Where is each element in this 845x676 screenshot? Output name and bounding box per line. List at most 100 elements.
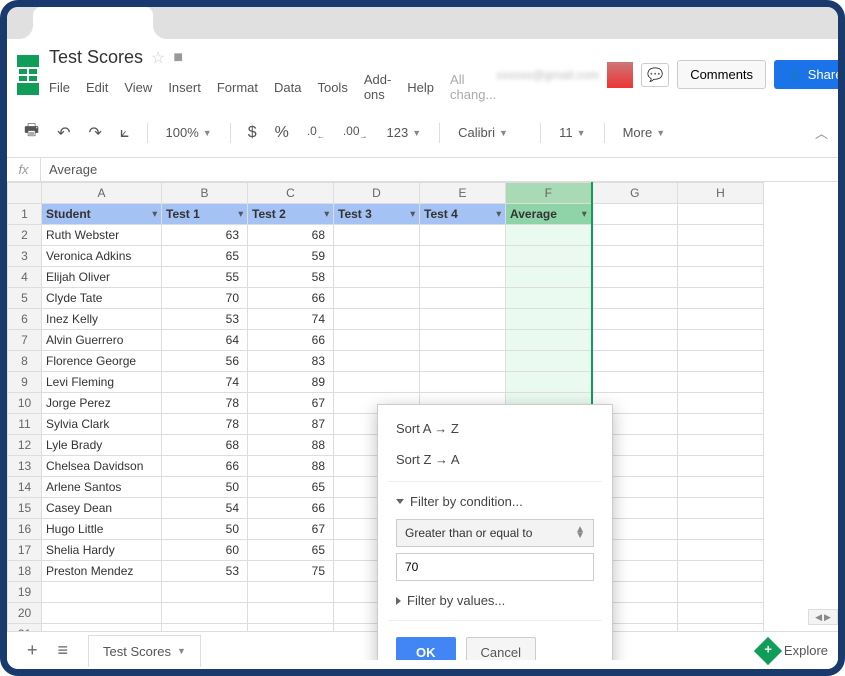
cell[interactable]: 56 xyxy=(162,351,248,372)
menu-view[interactable]: View xyxy=(124,80,152,95)
cell[interactable] xyxy=(334,225,420,246)
cell[interactable]: 54 xyxy=(162,498,248,519)
cell[interactable]: 55 xyxy=(162,267,248,288)
filter-icon[interactable]: ▾ xyxy=(496,209,501,220)
cell[interactable]: 65 xyxy=(248,477,334,498)
cell[interactable]: 87 xyxy=(248,414,334,435)
cell[interactable]: 67 xyxy=(248,519,334,540)
cell[interactable]: 66 xyxy=(248,498,334,519)
cell[interactable]: 59 xyxy=(248,246,334,267)
filter-icon[interactable]: ▾ xyxy=(324,209,329,220)
add-sheet-button[interactable]: + xyxy=(17,634,48,667)
header-cell[interactable]: Test 4▾ xyxy=(420,204,506,225)
row-header[interactable]: 14 xyxy=(8,477,42,498)
cell[interactable]: Veronica Adkins xyxy=(42,246,162,267)
cell[interactable] xyxy=(506,288,592,309)
cell[interactable]: Hugo Little xyxy=(42,519,162,540)
header-cell[interactable]: Average▾ xyxy=(506,204,592,225)
cell[interactable]: 60 xyxy=(162,540,248,561)
cell[interactable]: 63 xyxy=(162,225,248,246)
cell[interactable]: 83 xyxy=(248,351,334,372)
cell[interactable] xyxy=(420,351,506,372)
column-header[interactable]: H xyxy=(678,183,764,204)
cell[interactable] xyxy=(334,246,420,267)
row-header[interactable]: 16 xyxy=(8,519,42,540)
cell[interactable] xyxy=(420,309,506,330)
redo-icon[interactable]: ↷ xyxy=(82,118,109,148)
comment-icon[interactable]: 💬 xyxy=(641,63,669,87)
cell[interactable]: Shelia Hardy xyxy=(42,540,162,561)
sort-za[interactable]: Sort Z → A xyxy=(378,444,612,475)
cell[interactable]: 88 xyxy=(248,456,334,477)
row-header[interactable]: 9 xyxy=(8,372,42,393)
cell[interactable]: 88 xyxy=(248,435,334,456)
comments-button[interactable]: Comments xyxy=(677,60,766,89)
cell[interactable]: 78 xyxy=(162,414,248,435)
row-header[interactable]: 17 xyxy=(8,540,42,561)
percent-button[interactable]: % xyxy=(268,119,296,147)
paint-format-icon[interactable]: ⟀ xyxy=(113,119,137,147)
sheet-tab[interactable]: Test Scores▼ xyxy=(88,635,201,667)
cell[interactable] xyxy=(420,330,506,351)
font-size-dropdown[interactable]: 11▼ xyxy=(551,120,593,145)
cell[interactable] xyxy=(506,372,592,393)
row-header[interactable]: 5 xyxy=(8,288,42,309)
filter-icon[interactable]: ▾ xyxy=(152,209,157,220)
row-header[interactable]: 3 xyxy=(8,246,42,267)
cell[interactable]: Levi Fleming xyxy=(42,372,162,393)
browser-tab[interactable] xyxy=(33,7,153,39)
cell[interactable] xyxy=(506,267,592,288)
cell[interactable]: 78 xyxy=(162,393,248,414)
cell[interactable]: 58 xyxy=(248,267,334,288)
column-header[interactable]: G xyxy=(592,183,678,204)
filter-icon[interactable]: ▾ xyxy=(582,209,587,220)
cell[interactable]: Casey Dean xyxy=(42,498,162,519)
cell[interactable] xyxy=(420,372,506,393)
row-header[interactable]: 15 xyxy=(8,498,42,519)
row-header[interactable]: 6 xyxy=(8,309,42,330)
cell[interactable]: 68 xyxy=(162,435,248,456)
cell[interactable] xyxy=(420,246,506,267)
row-header[interactable]: 12 xyxy=(8,435,42,456)
menu-file[interactable]: File xyxy=(49,80,70,95)
cell[interactable]: 65 xyxy=(248,540,334,561)
folder-icon[interactable]: ■ xyxy=(173,49,183,67)
cell[interactable]: Clyde Tate xyxy=(42,288,162,309)
cell[interactable]: 74 xyxy=(248,309,334,330)
cell[interactable]: 89 xyxy=(248,372,334,393)
row-header[interactable]: 7 xyxy=(8,330,42,351)
condition-select[interactable]: Greater than or equal to▲▼ xyxy=(396,519,594,547)
filter-by-condition-toggle[interactable]: Filter by condition... xyxy=(378,488,612,515)
row-header[interactable]: 8 xyxy=(8,351,42,372)
star-icon[interactable]: ☆ xyxy=(151,48,165,68)
cell[interactable] xyxy=(420,225,506,246)
filter-icon[interactable]: ▾ xyxy=(410,209,415,220)
column-header[interactable]: D xyxy=(334,183,420,204)
row-header[interactable]: 11 xyxy=(8,414,42,435)
cell[interactable]: Sylvia Clark xyxy=(42,414,162,435)
print-icon[interactable]: 🖶 xyxy=(17,114,46,151)
menu-format[interactable]: Format xyxy=(217,80,258,95)
cell[interactable]: 66 xyxy=(248,288,334,309)
cancel-button[interactable]: Cancel xyxy=(466,637,536,660)
cell[interactable]: 70 xyxy=(162,288,248,309)
cell[interactable] xyxy=(506,225,592,246)
cell[interactable]: Florence George xyxy=(42,351,162,372)
row-header[interactable]: 18 xyxy=(8,561,42,582)
cell[interactable]: Jorge Perez xyxy=(42,393,162,414)
header-cell[interactable]: Test 3▾ xyxy=(334,204,420,225)
condition-value-input[interactable] xyxy=(405,560,585,574)
sheets-logo[interactable] xyxy=(17,55,39,95)
decrease-decimal-button[interactable]: .0← xyxy=(300,119,332,145)
cell[interactable] xyxy=(334,351,420,372)
number-format-dropdown[interactable]: 123▼ xyxy=(379,120,430,145)
cell[interactable] xyxy=(506,309,592,330)
menu-insert[interactable]: Insert xyxy=(168,80,201,95)
cell[interactable] xyxy=(420,267,506,288)
cell[interactable]: 50 xyxy=(162,477,248,498)
cell[interactable]: Chelsea Davidson xyxy=(42,456,162,477)
menu-edit[interactable]: Edit xyxy=(86,80,108,95)
cell[interactable]: Inez Kelly xyxy=(42,309,162,330)
menu-help[interactable]: Help xyxy=(407,80,434,95)
cell[interactable]: Elijah Oliver xyxy=(42,267,162,288)
